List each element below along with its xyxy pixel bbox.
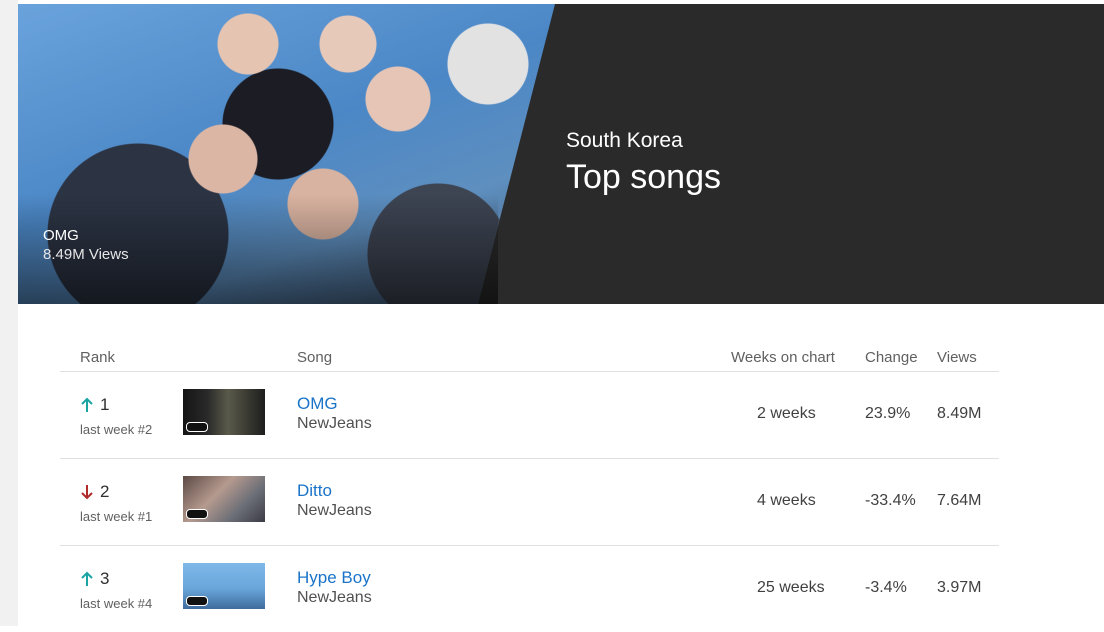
header-change: Change bbox=[865, 349, 918, 366]
rank-cell: 3 bbox=[80, 569, 109, 589]
thumbnail-logo bbox=[186, 596, 208, 606]
hero-banner: OMG 8.49M Views South Korea Top songs bbox=[18, 4, 1104, 304]
weeks-on-chart: 25 weeks bbox=[757, 579, 825, 596]
arrow-up-icon bbox=[81, 397, 93, 412]
change-percent: -3.4% bbox=[865, 579, 907, 596]
header-views: Views bbox=[937, 349, 977, 366]
last-week-rank: last week #2 bbox=[80, 422, 153, 437]
song-title-link[interactable]: OMG bbox=[297, 394, 338, 414]
arrow-up-icon bbox=[81, 571, 93, 586]
rank-cell: 2 bbox=[80, 482, 109, 502]
arrow-down-icon bbox=[81, 485, 93, 500]
weeks-on-chart: 4 weeks bbox=[757, 492, 816, 509]
video-thumbnail[interactable] bbox=[183, 476, 265, 522]
change-percent: 23.9% bbox=[865, 405, 911, 422]
song-artist: NewJeans bbox=[297, 502, 372, 519]
left-gutter bbox=[0, 0, 18, 626]
thumbnail-logo bbox=[186, 509, 208, 519]
video-thumbnail[interactable] bbox=[183, 389, 265, 435]
table-row[interactable]: 1 last week #2 OMG NewJeans 2 weeks 23.9… bbox=[60, 372, 999, 459]
featured-song-title[interactable]: OMG bbox=[43, 226, 129, 245]
view-count: 3.97M bbox=[937, 579, 982, 596]
chart-country: South Korea bbox=[566, 129, 683, 152]
last-week-rank: last week #4 bbox=[80, 596, 153, 611]
table-row[interactable]: 3 last week #4 Hype Boy NewJeans 25 week… bbox=[60, 546, 999, 632]
header-song: Song bbox=[297, 349, 333, 366]
rank-number: 2 bbox=[100, 482, 110, 501]
song-title-link[interactable]: Ditto bbox=[297, 481, 332, 501]
header-weeks-on-chart: Weeks on chart bbox=[731, 349, 835, 366]
chart-title: Top songs bbox=[566, 158, 721, 196]
table-header: Rank Song Weeks on chart Change Views bbox=[60, 340, 999, 372]
weeks-on-chart: 2 weeks bbox=[757, 405, 816, 422]
change-percent: -33.4% bbox=[865, 492, 916, 509]
rank-number: 3 bbox=[100, 569, 110, 588]
song-artist: NewJeans bbox=[297, 415, 372, 432]
songs-table: Rank Song Weeks on chart Change Views 1 … bbox=[60, 340, 999, 632]
view-count: 8.49M bbox=[937, 405, 982, 422]
rank-cell: 1 bbox=[80, 395, 109, 415]
table-row[interactable]: 2 last week #1 Ditto NewJeans 4 weeks -3… bbox=[60, 459, 999, 546]
video-thumbnail[interactable] bbox=[183, 563, 265, 609]
hero-caption: OMG 8.49M Views bbox=[43, 226, 129, 264]
header-rank: Rank bbox=[80, 349, 116, 366]
view-count: 7.64M bbox=[937, 492, 982, 509]
song-title-link[interactable]: Hype Boy bbox=[297, 568, 371, 588]
thumbnail-logo bbox=[186, 422, 208, 432]
rank-number: 1 bbox=[100, 395, 110, 414]
last-week-rank: last week #1 bbox=[80, 509, 153, 524]
featured-song-views: 8.49M Views bbox=[43, 246, 129, 263]
song-artist: NewJeans bbox=[297, 589, 372, 606]
chart-heading: South Korea Top songs bbox=[566, 128, 721, 198]
